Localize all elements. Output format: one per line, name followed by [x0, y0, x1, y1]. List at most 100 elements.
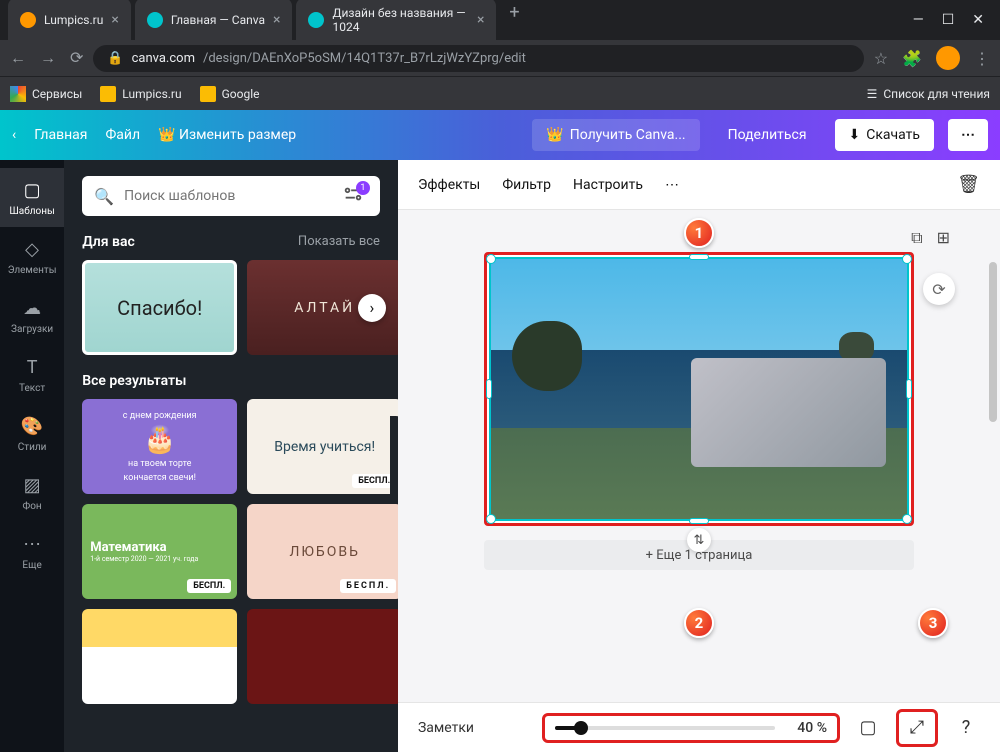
sidebar-item-elements[interactable]: ◇ Элементы: [0, 227, 64, 286]
template-card[interactable]: с днем рождения 🎂 на твоем торте кончает…: [82, 399, 237, 494]
template-search[interactable]: 🔍 1: [82, 176, 380, 216]
template-card[interactable]: Время учиться! БЕСПЛ.: [247, 399, 398, 494]
download-button[interactable]: ⬇Скачать: [835, 119, 935, 151]
browser-tab-1[interactable]: Главная — Canva ×: [135, 0, 293, 42]
selected-image[interactable]: [489, 257, 909, 521]
back-icon[interactable]: ←: [10, 48, 26, 68]
templates-icon: ▢: [20, 178, 44, 202]
resize-handle-tr[interactable]: [902, 254, 912, 264]
template-card[interactable]: [247, 609, 398, 704]
tab-title: Дизайн без названия — 1024: [332, 6, 469, 34]
swap-icon[interactable]: ⇅: [687, 528, 711, 552]
zoom-slider[interactable]: [555, 726, 775, 730]
new-tab-button[interactable]: +: [500, 0, 528, 26]
browser-tab-0[interactable]: Lumpics.ru ×: [8, 0, 131, 42]
template-card[interactable]: Спасибо!: [82, 260, 237, 355]
sidebar-item-text[interactable]: T Текст: [0, 345, 64, 404]
window-controls: — ☐ ✕: [905, 12, 992, 28]
close-icon[interactable]: ×: [111, 12, 118, 28]
cloud-upload-icon: ☁: [20, 296, 44, 320]
sidebar-item-more[interactable]: ⋯ Еще: [0, 522, 64, 581]
browser-tab-2[interactable]: Дизайн без названия — 1024 ×: [296, 0, 496, 42]
show-all-link[interactable]: Показать все: [298, 234, 380, 250]
sidebar-label: Фон: [22, 501, 41, 512]
notes-button[interactable]: Заметки: [418, 720, 474, 736]
forward-icon[interactable]: →: [40, 48, 56, 68]
crown-icon: 👑: [158, 127, 175, 143]
context-toolbar: Эффекты Фильтр Настроить ⋯ 🗑: [398, 160, 1000, 210]
panel-collapse-handle[interactable]: [390, 416, 398, 496]
bookmark-label: Сервисы: [32, 87, 82, 101]
zoom-knob[interactable]: [574, 721, 588, 735]
get-pro-button[interactable]: 👑Получить Canva...: [532, 119, 699, 151]
url-field[interactable]: 🔒 canva.com/design/DAEnXoP5oSM/14Q1T37r_…: [93, 45, 863, 72]
effects-button[interactable]: Эффекты: [418, 177, 480, 193]
more-button[interactable]: ⋯: [948, 119, 988, 151]
crown-icon: 👑: [546, 127, 563, 143]
share-button[interactable]: Поделиться: [714, 119, 821, 151]
add-page-button[interactable]: ⇅ + Еще 1 страница: [484, 540, 914, 570]
sidebar-item-background[interactable]: ▨ Фон: [0, 463, 64, 522]
resize-button[interactable]: 👑 Изменить размер: [158, 127, 296, 143]
address-bar-icons: ☆ 🧩 ⋮: [874, 46, 990, 70]
file-menu[interactable]: Файл: [105, 127, 140, 143]
back-chevron-icon[interactable]: ‹: [12, 127, 16, 143]
resize-handle-left[interactable]: [486, 379, 492, 399]
browser-tabs: Lumpics.ru × Главная — Canva × Дизайн бе…: [8, 0, 905, 42]
resize-handle-right[interactable]: [906, 379, 912, 399]
template-card[interactable]: ЛЮБОВЬ БЕСПЛ.: [247, 504, 398, 599]
bookmark-lumpics[interactable]: Lumpics.ru: [100, 86, 181, 102]
elements-icon: ◇: [20, 237, 44, 261]
resize-handle-bottom[interactable]: [689, 518, 709, 524]
scroll-right-icon[interactable]: ›: [358, 294, 386, 322]
close-icon[interactable]: ✕: [972, 12, 984, 28]
bookmark-google[interactable]: Google: [200, 86, 260, 102]
resize-handle-tl[interactable]: [486, 254, 496, 264]
trash-icon[interactable]: 🗑: [957, 174, 980, 195]
callout-3: 3: [918, 608, 948, 638]
sidebar-item-styles[interactable]: 🎨 Стили: [0, 404, 64, 463]
filter-button[interactable]: 1: [342, 183, 368, 209]
workspace[interactable]: 1 ⧉ ⊞: [398, 210, 1000, 702]
maximize-icon[interactable]: ☐: [942, 12, 955, 28]
add-page-icon[interactable]: ⊞: [937, 228, 950, 248]
duplicate-page-icon[interactable]: ⧉: [911, 228, 922, 248]
fullscreen-icon[interactable]: ⤢: [903, 714, 931, 742]
minimize-icon[interactable]: —: [913, 12, 924, 28]
folder-icon: [200, 86, 216, 102]
star-icon[interactable]: ☆: [874, 49, 888, 68]
free-badge: БЕСПЛ.: [340, 579, 396, 593]
template-card[interactable]: Математика 1-й семестр 2020 — 2021 уч. г…: [82, 504, 237, 599]
home-link[interactable]: Главная: [34, 127, 87, 143]
reading-list[interactable]: ☰ Список для чтения: [867, 87, 990, 101]
resize-handle-bl[interactable]: [486, 514, 496, 524]
free-badge: БЕСПЛ.: [187, 579, 231, 593]
bookmark-label: Lumpics.ru: [122, 87, 181, 101]
page-view-icon[interactable]: ▢: [854, 714, 882, 742]
resize-handle-br[interactable]: [902, 514, 912, 524]
bottom-bar: Заметки 40 % ▢ ⤢ ?: [398, 702, 1000, 752]
menu-icon[interactable]: ⋮: [974, 49, 990, 68]
vertical-scrollbar[interactable]: [988, 262, 998, 650]
bookmark-services[interactable]: Сервисы: [10, 86, 82, 102]
callout-2: 2: [684, 608, 714, 638]
refresh-icon[interactable]: ⟳: [923, 273, 955, 305]
close-icon[interactable]: ×: [273, 12, 280, 28]
bookmark-label: Google: [222, 87, 260, 101]
search-input[interactable]: [124, 188, 332, 204]
design-page[interactable]: ⟳: [484, 252, 914, 526]
favicon-icon: [20, 12, 36, 28]
template-card[interactable]: [82, 609, 237, 704]
profile-avatar[interactable]: [936, 46, 960, 70]
resize-handle-top[interactable]: [689, 254, 709, 260]
reload-icon[interactable]: ⟳: [70, 48, 83, 68]
extension-icon[interactable]: 🧩: [902, 49, 922, 68]
sidebar-item-uploads[interactable]: ☁ Загрузки: [0, 286, 64, 345]
more-button[interactable]: ⋯: [665, 177, 679, 193]
sidebar-label: Шаблоны: [9, 206, 54, 217]
close-icon[interactable]: ×: [477, 12, 484, 28]
adjust-button[interactable]: Настроить: [573, 177, 643, 193]
filter-button[interactable]: Фильтр: [502, 177, 551, 193]
sidebar-item-templates[interactable]: ▢ Шаблоны: [0, 168, 64, 227]
help-icon[interactable]: ?: [952, 714, 980, 742]
